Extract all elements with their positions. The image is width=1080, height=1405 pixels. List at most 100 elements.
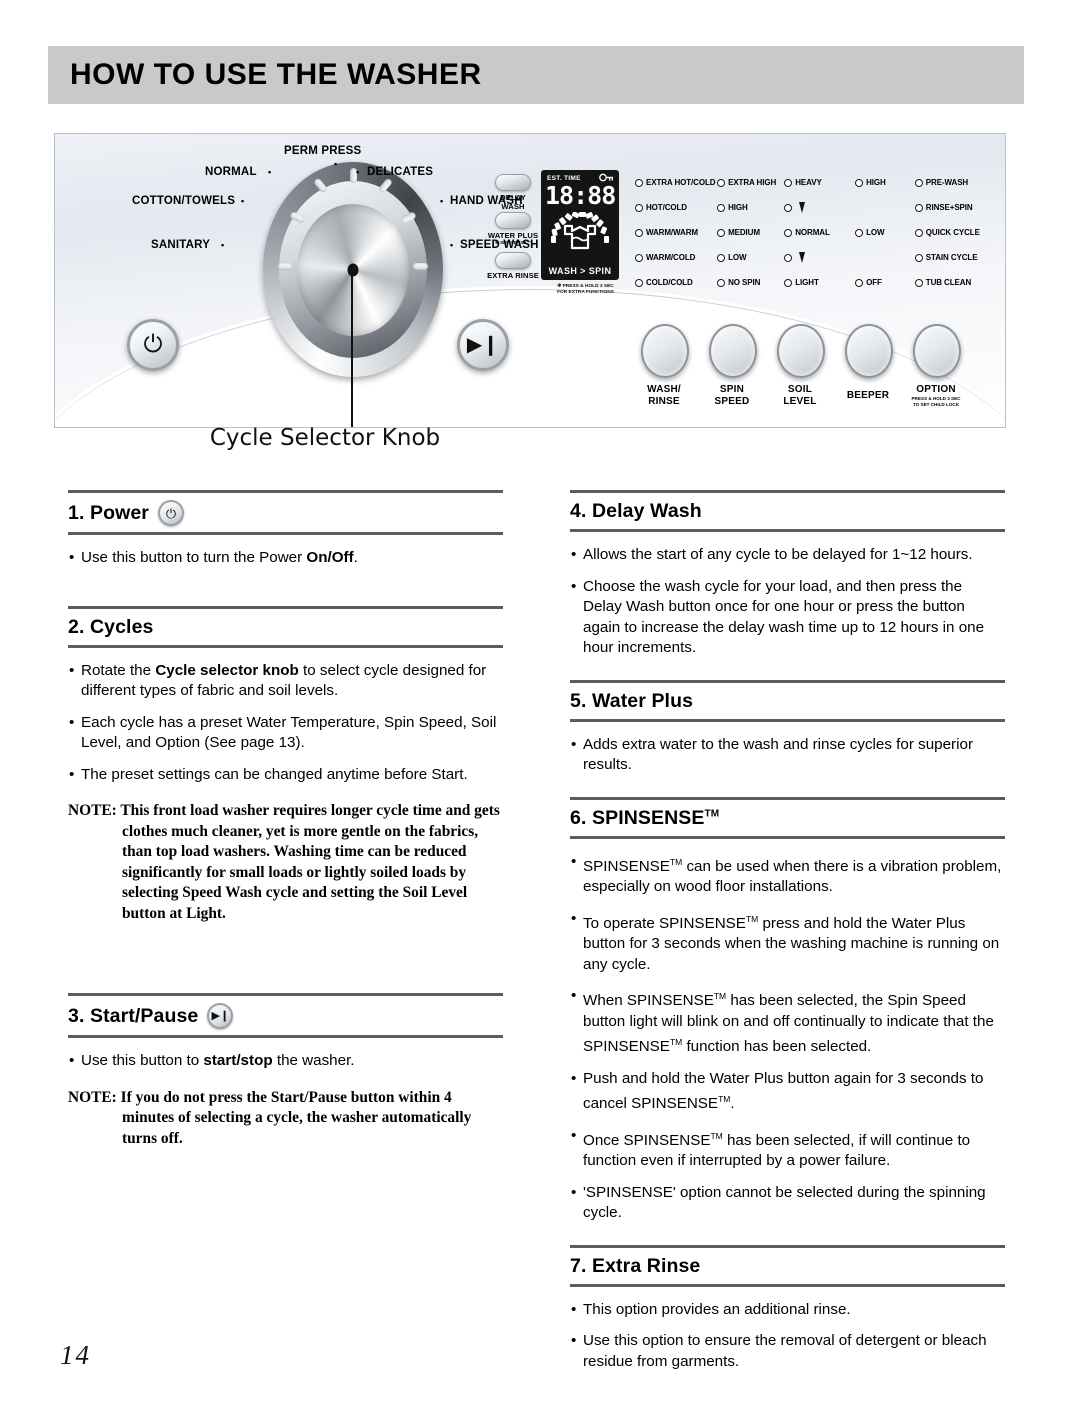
indicator-warm-warm[interactable]: WARM/WARM bbox=[635, 228, 717, 237]
indicator-stain-cycle[interactable]: STAIN CYCLE bbox=[914, 253, 995, 262]
bullet-ss3-a: When SPINSENSE bbox=[583, 992, 714, 1010]
indicator-label: MEDIUM bbox=[728, 228, 760, 237]
indicator-dot-icon bbox=[855, 228, 864, 237]
indicator-beeper-low[interactable]: LOW bbox=[855, 228, 915, 237]
cycle-label-dot-delicates: • bbox=[356, 167, 360, 177]
soil-level-label-line2: LEVEL bbox=[783, 395, 817, 407]
page-header-bar: HOW TO USE THE WASHER bbox=[48, 46, 1024, 104]
bullet-ss4-a: Push and hold the Water Plus button agai… bbox=[583, 1069, 984, 1113]
indicator-dot-icon bbox=[635, 253, 643, 262]
knob-tick-mark bbox=[278, 263, 293, 270]
lcd-wash-label: WASH bbox=[548, 266, 578, 276]
spinsense-heading-tm: TM bbox=[704, 808, 720, 819]
indicator-warm-cold[interactable]: WARM/COLD bbox=[635, 253, 717, 262]
cycle-label-cotton-towels: COTTON/TOWELS bbox=[132, 195, 236, 207]
delay-wash-button[interactable] bbox=[495, 174, 531, 191]
bullet-extra-rinse-2: Use this option to ensure the removal of… bbox=[570, 1331, 1005, 1372]
indicator-extra-high[interactable]: EXTRA HIGH bbox=[717, 178, 784, 187]
indicator-beeper-high[interactable]: HIGH bbox=[855, 178, 915, 187]
cycle-selector-knob[interactable] bbox=[263, 162, 443, 377]
tm-mark: TM bbox=[713, 991, 727, 1002]
option-button[interactable] bbox=[913, 324, 961, 378]
indicator-cold-cold[interactable]: COLD/COLD bbox=[635, 278, 717, 287]
bullet-ss1-a: SPINSENSE bbox=[583, 857, 670, 875]
indicator-label: TUB CLEAN bbox=[925, 278, 972, 287]
indicator-dot-icon bbox=[635, 228, 643, 237]
indicator-dot-icon bbox=[914, 178, 923, 187]
lcd-footnote: ✻ PRESS & HOLD 3 SEC FOR EXTRA FUNCTIONS bbox=[543, 284, 628, 296]
start-pause-glyph: ▶❙ bbox=[211, 1009, 230, 1022]
indicator-dot-icon bbox=[635, 178, 643, 187]
delay-wash-label: DELAY WASH bbox=[483, 193, 543, 211]
indicator-dot-icon bbox=[784, 228, 793, 237]
extra-rinse-button[interactable] bbox=[495, 252, 531, 269]
indicator-row: EXTRA HOT/COLD EXTRA HIGH HEAVY HIGH PRE… bbox=[635, 170, 995, 195]
indicator-dot-icon bbox=[717, 278, 726, 287]
indicator-medium[interactable]: MEDIUM bbox=[717, 228, 784, 237]
panel-start-pause-button[interactable]: ▶❙ bbox=[457, 319, 509, 371]
knob-tick-mark bbox=[413, 263, 428, 270]
note-start-pause: NOTE: If you do not press the Start/Paus… bbox=[68, 1088, 503, 1150]
wash-rinse-label-line2: RINSE bbox=[648, 395, 680, 407]
bullet-delay-wash-1: Allows the start of any cycle to be dela… bbox=[570, 545, 1005, 566]
cycle-selector-knob-caption: Cycle Selector Knob bbox=[209, 425, 441, 451]
power-icon: ⏻ bbox=[158, 500, 184, 526]
lcd-arrow-separator: > bbox=[580, 266, 586, 276]
lcd-footnote-line1: ✻ PRESS & HOLD 3 SEC bbox=[557, 284, 614, 289]
wash-rinse-label-line1: WASH/ bbox=[647, 384, 681, 395]
indicator-soil-level-between-2[interactable] bbox=[784, 252, 855, 263]
section-heading-spinsense: 6. SPINSENSETM bbox=[570, 796, 1005, 839]
cycle-label-normal: NORMAL bbox=[205, 166, 257, 178]
basket-icon-svg bbox=[563, 224, 597, 250]
spin-speed-button[interactable] bbox=[709, 324, 757, 378]
beeper-button[interactable] bbox=[845, 324, 893, 378]
panel-power-button[interactable]: ⏻ bbox=[127, 319, 179, 371]
tm-mark: TM bbox=[669, 1037, 683, 1048]
bullet-spinsense-1: SPINSENSETM can be used when there is a … bbox=[570, 852, 1005, 898]
indicator-pre-wash[interactable]: PRE-WASH bbox=[914, 178, 995, 187]
section-title-power: 1. Power bbox=[68, 501, 149, 524]
cycle-label-dot-normal: • bbox=[268, 167, 272, 177]
cycle-label-delicates: DELICATES bbox=[367, 166, 434, 178]
indicator-dot-icon bbox=[914, 203, 923, 212]
right-text-column: 4. Delay Wash Allows the start of any cy… bbox=[570, 490, 1005, 1383]
wash-rinse-button[interactable] bbox=[641, 324, 689, 378]
indicator-row: COLD/COLD NO SPIN LIGHT OFF TUB CLEAN bbox=[635, 270, 995, 295]
indicator-high[interactable]: HIGH bbox=[717, 203, 784, 212]
indicator-label: NO SPIN bbox=[728, 278, 761, 287]
bullet-ss3-c: function has been selected. bbox=[682, 1038, 872, 1056]
indicator-low[interactable]: LOW bbox=[717, 253, 784, 262]
lcd-footnote-line2: FOR EXTRA FUNCTIONS bbox=[557, 290, 614, 295]
bullet-extra-rinse-1: This option provides an additional rinse… bbox=[570, 1300, 1005, 1321]
indicator-normal[interactable]: NORMAL bbox=[784, 228, 855, 237]
section-title-start-pause: 3. Start/Pause bbox=[68, 1004, 199, 1027]
indicator-rinse-spin[interactable]: RINSE+SPIN bbox=[914, 203, 995, 212]
bullet-sp-1-bold: start/stop bbox=[203, 1052, 273, 1069]
spin-speed-label-line2: SPEED bbox=[714, 395, 750, 407]
indicator-heavy[interactable]: HEAVY bbox=[784, 178, 855, 187]
spinsense-heading-text: 6. SPINSENSE bbox=[570, 806, 705, 829]
indicator-light[interactable]: LIGHT bbox=[784, 278, 855, 287]
soil-level-button[interactable] bbox=[777, 324, 825, 378]
indicator-row: WARM/COLD LOW STAIN CYCLE bbox=[635, 245, 995, 270]
bullet-power-1: Use this button to turn the Power On/Off… bbox=[68, 548, 503, 569]
indicator-hot-cold[interactable]: HOT/COLD bbox=[635, 203, 717, 212]
bullet-ss4-b: . bbox=[730, 1095, 735, 1113]
power-glyph: ⏻ bbox=[165, 505, 177, 521]
indicator-no-spin[interactable]: NO SPIN bbox=[717, 278, 784, 287]
bullet-cycles-1-bold: Cycle selector knob bbox=[155, 661, 299, 679]
water-plus-button[interactable] bbox=[495, 212, 531, 229]
indicator-beeper-off[interactable]: OFF bbox=[855, 278, 915, 287]
indicator-quick-cycle[interactable]: QUICK CYCLE bbox=[914, 228, 995, 237]
indicator-label: NORMAL bbox=[795, 228, 830, 237]
indicator-label: PRE-WASH bbox=[925, 178, 969, 187]
bullet-spinsense-3: When SPINSENSETM has been selected, the … bbox=[570, 986, 1005, 1058]
indicator-tub-clean[interactable]: TUB CLEAN bbox=[914, 278, 995, 287]
delay-wash-label-line2: WASH bbox=[501, 202, 525, 211]
indicator-extra-hot-cold[interactable]: EXTRA HOT/COLD bbox=[635, 178, 717, 187]
spin-speed-label-line1: SPIN bbox=[719, 384, 745, 395]
indicator-soil-level-between[interactable] bbox=[784, 202, 855, 213]
bullet-ss5-a: Once SPINSENSE bbox=[583, 1131, 711, 1149]
bullet-start-pause-1: Use this button to start/stop the washer… bbox=[68, 1051, 503, 1072]
